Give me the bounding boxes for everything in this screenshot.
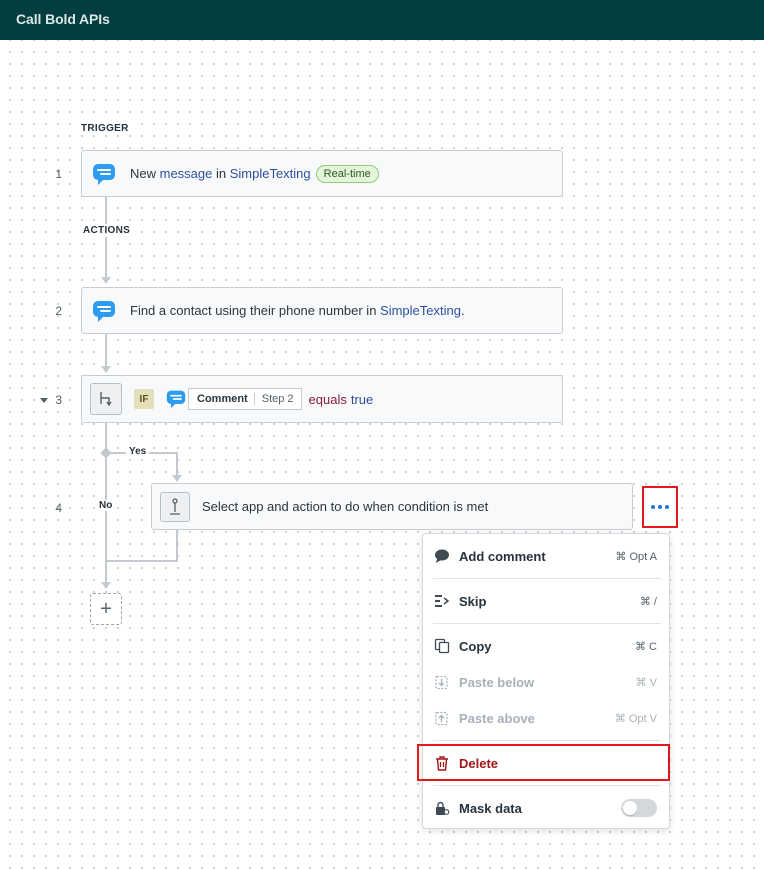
- step-number: 4: [55, 501, 62, 515]
- step-number: 1: [55, 167, 62, 181]
- menu-divider: [433, 785, 661, 786]
- menu-item-mask-data[interactable]: Mask data: [423, 790, 669, 826]
- no-branch-label: No: [96, 500, 116, 511]
- copy-icon: [433, 637, 451, 655]
- connector-arrow: [101, 366, 111, 373]
- comment-icon: [433, 547, 451, 565]
- skip-icon: [433, 592, 451, 610]
- step-number: 3: [55, 393, 62, 407]
- simpletexting-app-icon: [93, 300, 115, 322]
- step-more-options-button[interactable]: [642, 486, 678, 528]
- menu-divider: [433, 578, 661, 579]
- action-step-card[interactable]: Find a contact using their phone number …: [81, 287, 563, 334]
- if-condition-card[interactable]: IF Comment Step 2 equals true: [81, 375, 563, 423]
- realtime-badge: Real-time: [315, 164, 379, 183]
- menu-item-skip[interactable]: Skip ⌘ /: [423, 583, 669, 619]
- add-step-button[interactable]: +: [90, 593, 122, 625]
- mask-data-toggle[interactable]: [621, 799, 657, 817]
- merge-line: [106, 560, 178, 562]
- menu-item-add-comment[interactable]: Add comment ⌘ Opt A: [423, 538, 669, 574]
- app-link[interactable]: SimpleTexting: [230, 166, 311, 181]
- step-context-menu: Add comment ⌘ Opt A Skip ⌘ / Copy ⌘ C Pa…: [422, 533, 670, 829]
- paste-above-icon: [433, 709, 451, 727]
- menu-item-copy[interactable]: Copy ⌘ C: [423, 628, 669, 664]
- field-link-message[interactable]: message: [160, 166, 213, 181]
- datapill-comment[interactable]: Comment Step 2: [188, 388, 302, 410]
- paste-below-icon: [433, 673, 451, 691]
- step-text: Select app and action to do when conditi…: [202, 499, 489, 514]
- connector-arrow: [101, 582, 111, 589]
- actions-label: ACTIONS: [81, 224, 133, 237]
- connector-line: [105, 334, 107, 366]
- connector-line: [105, 197, 107, 277]
- connector-arrow: [172, 475, 182, 482]
- recipe-title: Call Bold APIs: [16, 11, 110, 27]
- connector-arrow: [101, 277, 111, 284]
- branch-icon: [90, 383, 122, 415]
- step-text: New message in SimpleTexting: [130, 166, 311, 181]
- simpletexting-app-icon: [166, 390, 186, 409]
- connector-line: [176, 530, 178, 562]
- app-link[interactable]: SimpleTexting: [380, 303, 461, 318]
- step-number: 2: [55, 304, 62, 318]
- simpletexting-app-icon: [93, 163, 115, 185]
- action-placeholder-icon: [160, 491, 190, 522]
- yes-branch-label: Yes: [126, 446, 150, 457]
- if-badge: IF: [134, 389, 154, 409]
- step-text: Find a contact using their phone number …: [130, 303, 465, 318]
- trigger-step-card[interactable]: New message in SimpleTexting Real-time: [81, 150, 563, 197]
- condition-operator: equals: [308, 391, 347, 407]
- lock-icon: [433, 799, 451, 817]
- menu-item-paste-below[interactable]: Paste below ⌘ V: [423, 664, 669, 700]
- condition-value: true: [350, 391, 374, 407]
- connector-line: [176, 452, 178, 475]
- trigger-label: TRIGGER: [79, 122, 131, 135]
- delete-highlight: [417, 744, 670, 781]
- menu-divider: [433, 740, 661, 741]
- menu-item-paste-above[interactable]: Paste above ⌘ Opt V: [423, 700, 669, 736]
- menu-divider: [433, 623, 661, 624]
- app-header: Call Bold APIs: [0, 0, 764, 40]
- empty-action-card[interactable]: Select app and action to do when conditi…: [151, 483, 633, 530]
